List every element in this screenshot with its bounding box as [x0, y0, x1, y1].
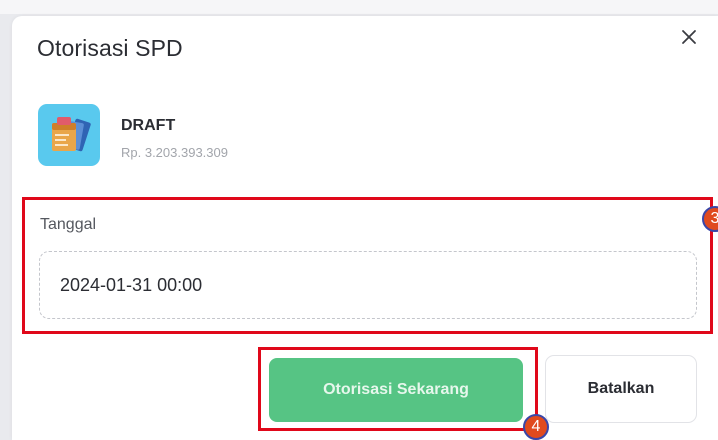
- step-4-highlight: [258, 347, 538, 431]
- document-amount: Rp. 3.203.393.309: [121, 145, 228, 160]
- documents-icon: [38, 104, 100, 166]
- close-icon[interactable]: [678, 26, 700, 48]
- step-3-highlight: [22, 197, 713, 334]
- modal-title: Otorisasi SPD: [37, 35, 183, 61]
- page-backdrop: [0, 0, 718, 14]
- document-status: DRAFT: [121, 117, 176, 134]
- cancel-button[interactable]: Batalkan: [545, 355, 697, 423]
- step-4-badge: 4: [523, 414, 549, 440]
